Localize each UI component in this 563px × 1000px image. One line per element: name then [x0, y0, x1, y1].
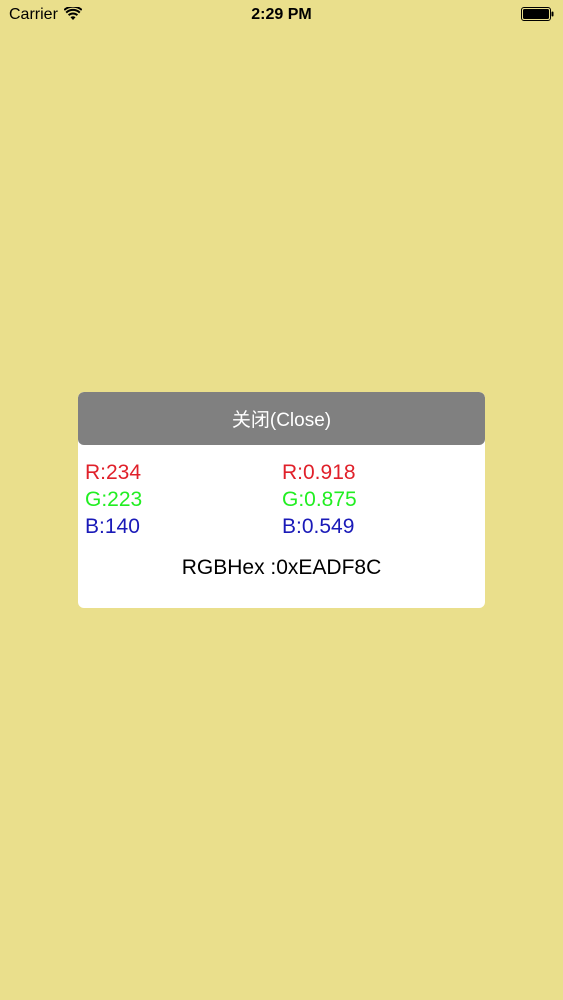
- red-fraction-value: R:0.918: [282, 461, 356, 484]
- color-info-dialog: 关闭(Close) R:234 G:223 B:140 R:0.918 G:0.…: [78, 392, 485, 608]
- screen: Carrier 2:29 PM 关闭(Close) R:234 G:223 B:: [0, 0, 563, 1000]
- blue-integer-value: B:140: [85, 515, 140, 538]
- close-button[interactable]: 关闭(Close): [78, 392, 485, 445]
- red-integer-value: R:234: [85, 461, 142, 484]
- rgb-hex-value: RGBHex :0xEADF8C: [181, 556, 382, 579]
- battery-icon: [521, 7, 555, 21]
- green-integer-value: G:223: [85, 488, 143, 511]
- status-bar: Carrier 2:29 PM: [0, 0, 563, 30]
- status-time: 2:29 PM: [251, 6, 312, 23]
- green-fraction-value: G:0.875: [282, 488, 357, 511]
- blue-fraction-value: B:0.549: [282, 515, 355, 538]
